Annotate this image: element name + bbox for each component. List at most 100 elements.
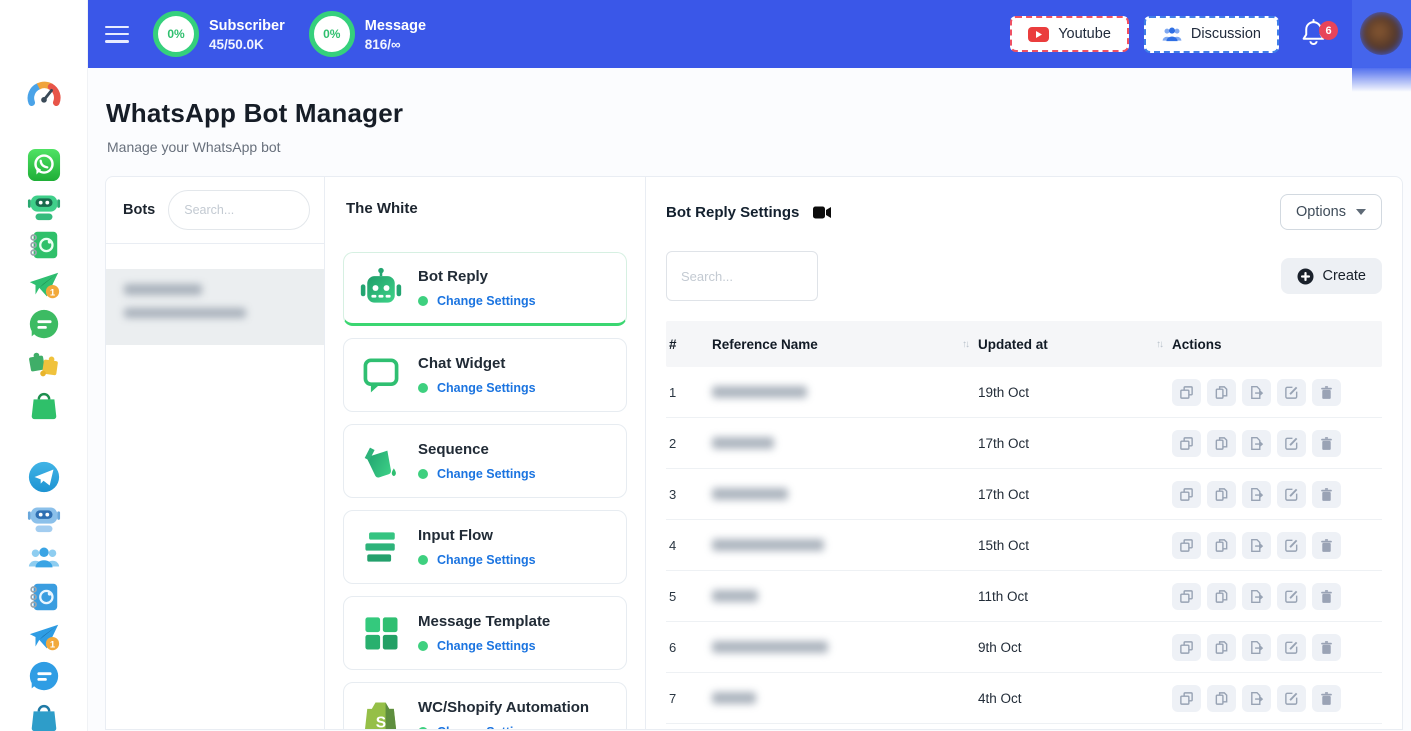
- video-tutorial-icon[interactable]: [813, 206, 831, 219]
- sidebar-item-whatsapp-live-chat[interactable]: [26, 307, 62, 343]
- duplicate-button[interactable]: [1207, 685, 1236, 712]
- trash-icon: [1319, 589, 1334, 604]
- feature-card-shopify-automation[interactable]: S WC/Shopify Automation Change Settings: [343, 682, 627, 729]
- duplicate-button[interactable]: [1207, 634, 1236, 661]
- delete-button[interactable]: [1312, 481, 1341, 508]
- edit-icon: [1284, 436, 1299, 451]
- shopify-icon: S: [358, 696, 404, 729]
- feature-card-bot-reply[interactable]: Bot Reply Change Settings: [343, 252, 627, 326]
- export-button[interactable]: [1242, 481, 1271, 508]
- sidebar-item-whatsapp-contacts[interactable]: [26, 227, 62, 263]
- edit-button[interactable]: [1277, 481, 1306, 508]
- copy-button[interactable]: [1172, 532, 1201, 559]
- export-button[interactable]: [1242, 583, 1271, 610]
- sidebar-item-telegram-bot[interactable]: [26, 499, 62, 535]
- notifications-button[interactable]: 6: [1300, 19, 1330, 49]
- edit-button[interactable]: [1277, 532, 1306, 559]
- change-settings-link[interactable]: Change Settings: [437, 381, 536, 395]
- delete-button[interactable]: [1312, 379, 1341, 406]
- youtube-button[interactable]: Youtube: [1010, 16, 1129, 52]
- change-settings-link[interactable]: Change Settings: [437, 639, 536, 653]
- change-settings-link[interactable]: Change Settings: [437, 725, 536, 729]
- copy-button[interactable]: [1172, 430, 1201, 457]
- edit-icon: [1284, 589, 1299, 604]
- sidebar-item-whatsapp-integration[interactable]: [26, 347, 62, 383]
- contacts-green-icon: [27, 228, 61, 262]
- copy-icon: [1179, 691, 1194, 706]
- sidebar-item-telegram-contacts[interactable]: [26, 579, 62, 615]
- export-button[interactable]: [1242, 532, 1271, 559]
- feature-card-message-template[interactable]: Message Template Change Settings: [343, 596, 627, 670]
- telegram-icon: [27, 460, 61, 494]
- options-dropdown-button[interactable]: Options: [1280, 194, 1382, 230]
- copy-button[interactable]: [1172, 481, 1201, 508]
- sidebar-item-whatsapp[interactable]: [26, 147, 62, 183]
- row-number: 7: [666, 691, 712, 706]
- export-icon: [1249, 640, 1264, 655]
- sidebar-item-whatsapp-broadcast[interactable]: 1: [26, 267, 62, 303]
- subscriber-percent: 0%: [167, 27, 184, 41]
- table-search-input[interactable]: [666, 251, 818, 301]
- feature-card-sequence[interactable]: Sequence Change Settings: [343, 424, 627, 498]
- bot-reply-robot-icon: [358, 265, 404, 311]
- duplicate-button[interactable]: [1207, 532, 1236, 559]
- copy-button[interactable]: [1172, 685, 1201, 712]
- change-settings-link[interactable]: Change Settings: [437, 294, 536, 308]
- edit-button[interactable]: [1277, 430, 1306, 457]
- bots-search-input[interactable]: [168, 190, 310, 230]
- export-button[interactable]: [1242, 430, 1271, 457]
- chat-green-icon: [27, 308, 61, 342]
- row-number: 2: [666, 436, 712, 451]
- sidebar-item-telegram-group[interactable]: [26, 539, 62, 575]
- sidebar-item-dashboard[interactable]: [26, 79, 62, 115]
- copy-button[interactable]: [1172, 379, 1201, 406]
- delete-button[interactable]: [1312, 583, 1341, 610]
- duplicate-button[interactable]: [1207, 379, 1236, 406]
- bot-phone-masked: [124, 308, 246, 318]
- sort-icon[interactable]: ↑↓: [962, 339, 968, 350]
- sidebar-item-whatsapp-bot[interactable]: [26, 187, 62, 223]
- profile-avatar[interactable]: [1360, 12, 1403, 55]
- duplicate-button[interactable]: [1207, 481, 1236, 508]
- plus-circle-icon: [1297, 268, 1314, 285]
- edit-button[interactable]: [1277, 379, 1306, 406]
- copy-button[interactable]: [1172, 583, 1201, 610]
- table-body: 1 19th Oct 2 17th Oct: [666, 367, 1382, 730]
- delete-button[interactable]: [1312, 634, 1341, 661]
- export-button[interactable]: [1242, 379, 1271, 406]
- duplicate-button[interactable]: [1207, 430, 1236, 457]
- edit-button[interactable]: [1277, 634, 1306, 661]
- message-value: 816/∞: [365, 37, 426, 52]
- table-row: 6 9th Oct: [666, 622, 1382, 673]
- whatsapp-icon: [27, 148, 61, 182]
- row-number: 4: [666, 538, 712, 553]
- edit-button[interactable]: [1277, 685, 1306, 712]
- change-settings-link[interactable]: Change Settings: [437, 467, 536, 481]
- export-button[interactable]: [1242, 685, 1271, 712]
- sidebar-item-whatsapp-ecommerce[interactable]: [26, 387, 62, 423]
- sidebar-item-telegram-live-chat[interactable]: [26, 659, 62, 695]
- row-actions: [1172, 685, 1382, 712]
- delete-button[interactable]: [1312, 685, 1341, 712]
- edit-button[interactable]: [1277, 583, 1306, 610]
- create-button[interactable]: Create: [1281, 258, 1382, 294]
- feature-card-input-flow[interactable]: Input Flow Change Settings: [343, 510, 627, 584]
- sidebar-item-telegram-broadcast[interactable]: 1: [26, 619, 62, 655]
- copy-button[interactable]: [1172, 634, 1201, 661]
- delete-button[interactable]: [1312, 532, 1341, 559]
- export-icon: [1249, 436, 1264, 451]
- duplicate-button[interactable]: [1207, 583, 1236, 610]
- feature-card-chat-widget[interactable]: Chat Widget Change Settings: [343, 338, 627, 412]
- change-settings-link[interactable]: Change Settings: [437, 553, 536, 567]
- hamburger-menu-icon[interactable]: [105, 26, 129, 43]
- column-header-reference-name: Reference Name: [712, 337, 818, 352]
- delete-button[interactable]: [1312, 430, 1341, 457]
- bot-list-item-selected[interactable]: [106, 269, 324, 345]
- trash-icon: [1319, 385, 1334, 400]
- discussion-button[interactable]: Discussion: [1144, 16, 1279, 53]
- export-button[interactable]: [1242, 634, 1271, 661]
- sidebar-item-telegram[interactable]: [26, 459, 62, 495]
- input-flow-icon: [358, 524, 404, 570]
- sort-icon[interactable]: ↑↓: [1156, 339, 1162, 350]
- sidebar-item-telegram-ecommerce[interactable]: [26, 699, 62, 731]
